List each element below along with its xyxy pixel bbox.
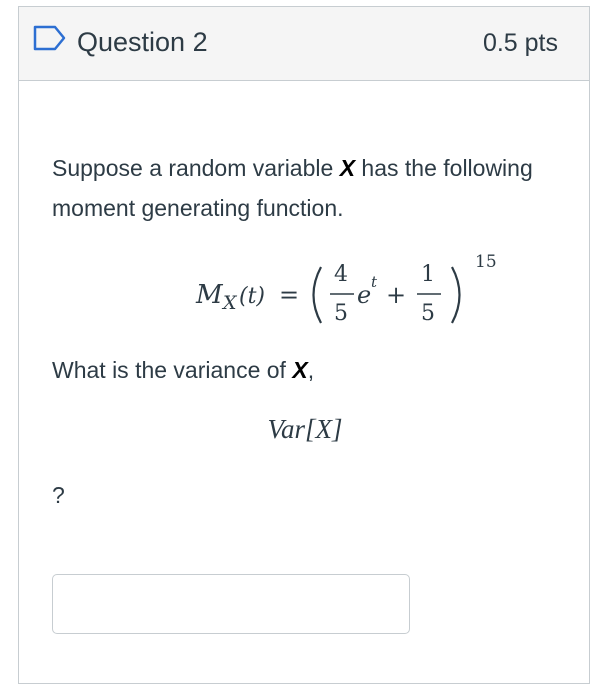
formula-equals: = [279, 281, 299, 309]
mgf-formula: M X (t) = 4 5 e t + 1 5 15 [195, 252, 497, 326]
variance-prompt-var: X [292, 357, 308, 383]
variance-prompt-part1: What is the variance of [52, 357, 293, 383]
question-title: Question 2 [77, 27, 208, 57]
formula-outer-power: 15 [475, 252, 497, 272]
question-points: 0.5 pts [482, 29, 558, 57]
formula-M: M [195, 280, 224, 310]
formula-right-paren [451, 266, 461, 324]
answer-input[interactable] [52, 574, 410, 634]
question-header: Question 2 0.5 pts [19, 7, 589, 81]
variance-prompt-part2: , [307, 357, 315, 383]
formula-frac2-num: 1 [421, 262, 435, 287]
formula-exp-power: t [371, 273, 378, 291]
formula-left-paren [312, 266, 322, 324]
formula-frac2-den: 5 [421, 301, 435, 326]
question-text: Suppose a random variable X has the foll… [52, 148, 552, 228]
formula-frac1-den: 5 [334, 301, 348, 326]
formula-arg-t: (t) [239, 284, 265, 309]
formula-sub-x: X [221, 292, 238, 314]
variance-expression: Var[X] [267, 414, 343, 444]
question-card: Question 2 0.5 pts Suppose a random vari… [18, 6, 590, 684]
random-variable-x: X [339, 155, 356, 181]
question-text-part1: Suppose a random variable [52, 155, 340, 181]
formula-plus: + [386, 281, 406, 309]
formula-exp-base: e [357, 281, 371, 309]
question-mark-text: ? [52, 482, 65, 508]
flag-question-icon[interactable] [33, 25, 67, 51]
variance-prompt: What is the variance of X, [52, 350, 552, 390]
formula-frac1-num: 4 [334, 262, 348, 287]
